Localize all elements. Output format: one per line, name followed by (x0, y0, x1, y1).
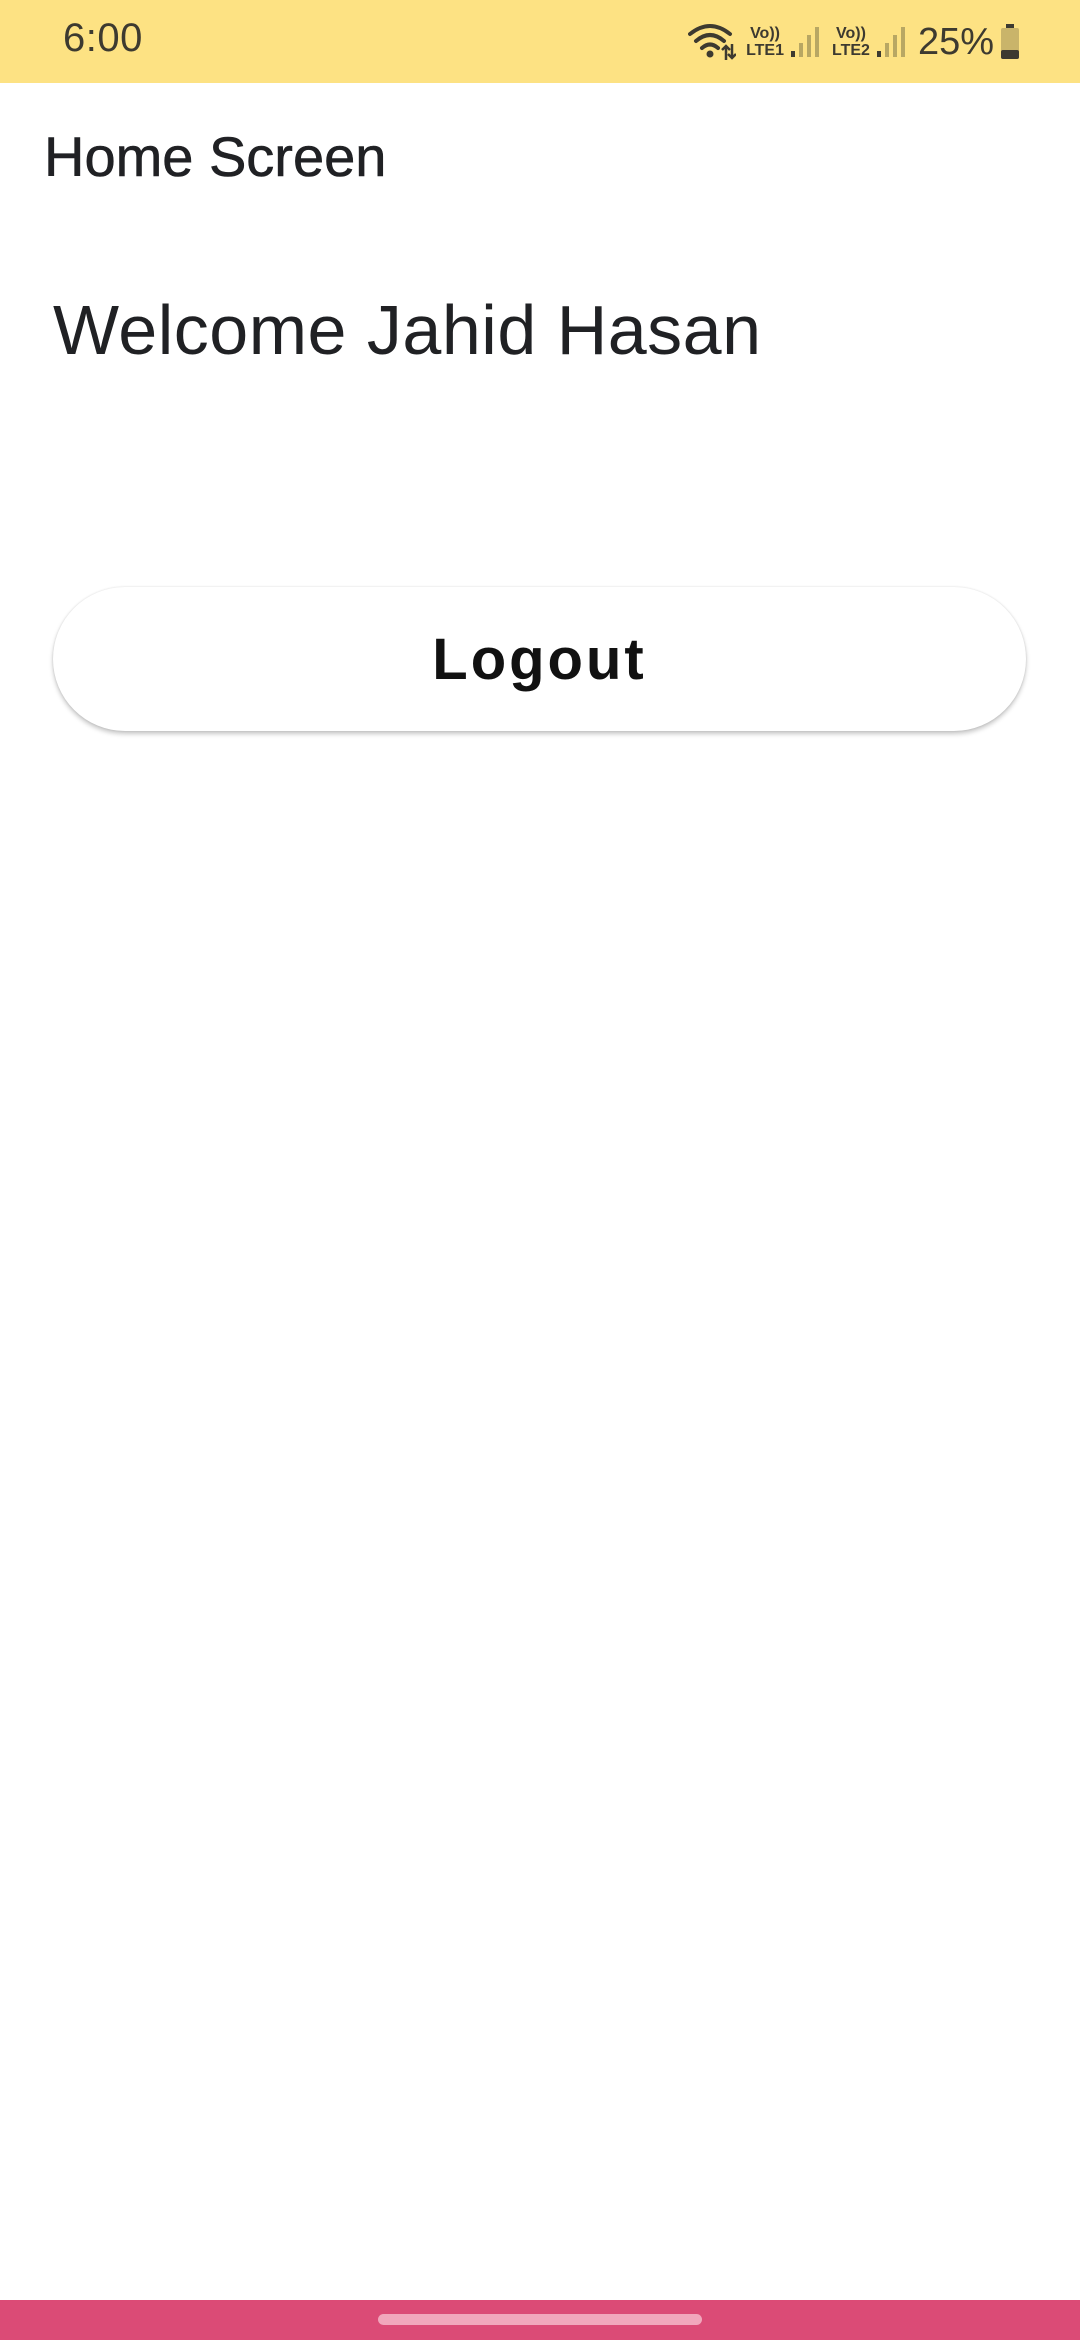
home-gesture-handle[interactable] (378, 2314, 702, 2325)
signal-icon (791, 27, 819, 57)
sim2-volte-indicator: Vo)) LTE2 (832, 25, 870, 59)
sim2-volte-label: Vo)) (836, 25, 866, 42)
navigation-bar (0, 2300, 1080, 2340)
status-icons: Vo)) LTE1 Vo)) LTE2 25% (688, 14, 1020, 70)
status-time: 6:00 (63, 16, 143, 60)
logout-button[interactable]: Logout (53, 587, 1026, 731)
sim2-network-label: LTE2 (832, 42, 870, 59)
battery-icon (1001, 24, 1019, 59)
sim1-volte-indicator: Vo)) LTE1 (746, 25, 784, 59)
sim1-volte-label: Vo)) (750, 25, 780, 42)
home-screen: 6:00 Vo)) LTE1 Vo)) LTE2 25% Home Screen… (0, 0, 1080, 2340)
welcome-message: Welcome Jahid Hasan (53, 291, 762, 369)
battery-percent: 25% (917, 20, 994, 63)
sim1-network-label: LTE1 (746, 42, 784, 59)
wifi-icon (688, 24, 737, 60)
signal-icon (876, 27, 905, 57)
page-title: Home Screen (44, 125, 387, 189)
status-bar: 6:00 Vo)) LTE1 Vo)) LTE2 25% (0, 0, 1080, 83)
